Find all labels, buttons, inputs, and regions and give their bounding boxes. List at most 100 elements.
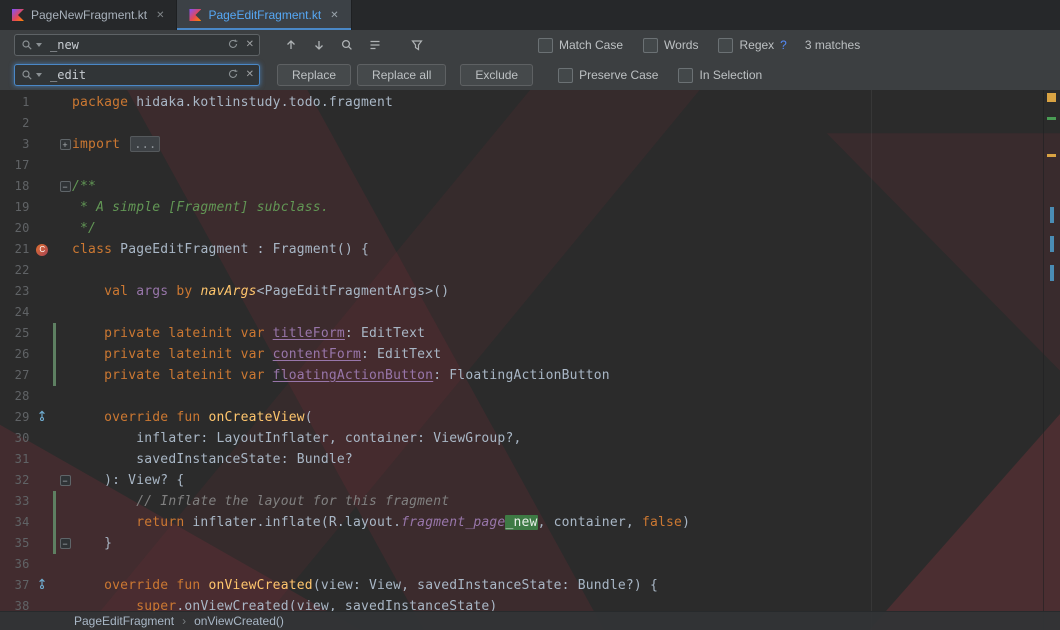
search-field[interactable]: _new ✕ — [14, 34, 260, 56]
breadcrumb-item[interactable]: PageEditFragment — [74, 614, 174, 628]
tab-pagenewfragment-kt[interactable]: PageNewFragment.kt ✕ — [0, 0, 178, 30]
previous-occurrence-button[interactable] — [282, 36, 300, 54]
replace-options: Preserve Case In Selection — [558, 67, 762, 83]
tab-label: PageNewFragment.kt — [31, 8, 148, 22]
code-line[interactable]: 31 savedInstanceState: Bundle? — [0, 449, 1044, 470]
search-input[interactable]: _new — [50, 38, 79, 52]
code-line[interactable]: 34 return inflater.inflate(R.layout.frag… — [0, 512, 1044, 533]
line-number: 26 — [14, 347, 30, 361]
code-line[interactable]: 3 + import ... — [0, 134, 1044, 155]
line-number: 35 — [14, 536, 30, 550]
gutter: 25 — [0, 323, 72, 344]
code-line[interactable]: 36 — [0, 554, 1044, 575]
filter-search-results-button[interactable] — [408, 36, 426, 54]
next-occurrence-button[interactable] — [310, 36, 328, 54]
green-stripe-mark[interactable] — [1047, 117, 1056, 120]
code-line[interactable]: 24 — [0, 302, 1044, 323]
scrollbar-error-stripe[interactable] — [1043, 90, 1060, 630]
code-line[interactable]: 20 */ — [0, 218, 1044, 239]
checkbox-label: Match Case — [559, 38, 624, 52]
orange-stripe-mark[interactable] — [1047, 154, 1056, 157]
code-line[interactable]: 21 Cclass PageEditFragment : Fragment() { — [0, 239, 1044, 260]
code-text: */ — [72, 221, 97, 236]
code-line[interactable]: 25 private lateinit var titleForm: EditT… — [0, 323, 1044, 344]
code-line[interactable]: 2 — [0, 113, 1044, 134]
code-line[interactable]: 1 package hidaka.kotlinstudy.todo.fragmen… — [0, 92, 1044, 113]
code-line[interactable]: 35 − } — [0, 533, 1044, 554]
replace-input[interactable]: _edit — [50, 68, 86, 82]
fold-collapse-icon[interactable]: − — [59, 181, 71, 192]
checkbox-match-case[interactable]: Match Case — [538, 37, 624, 53]
code-line[interactable]: 23 val args by navArgs<PageEditFragmentA… — [0, 281, 1044, 302]
vcs-change-marker — [53, 512, 56, 533]
code-text: package hidaka.kotlinstudy.todo.fragment — [72, 95, 394, 110]
regex-help-link[interactable]: ? — [780, 38, 787, 52]
checkbox-box — [678, 67, 694, 83]
replace-field[interactable]: _edit ✕ — [14, 64, 260, 86]
code-line[interactable]: 29 override fun onCreateView( — [0, 407, 1044, 428]
code-line[interactable]: 37 override fun onViewCreated(view: View… — [0, 575, 1044, 596]
search-refresh-icon[interactable] — [227, 38, 239, 53]
gutter: 27 — [0, 365, 72, 386]
gutter: 22 — [0, 260, 72, 281]
code-line[interactable]: 27 private lateinit var floatingActionBu… — [0, 365, 1044, 386]
code-text: } — [72, 536, 113, 551]
checkbox-words[interactable]: Words — [643, 37, 698, 53]
code-line[interactable]: 22 — [0, 260, 1044, 281]
replace-history-caret-icon[interactable] — [36, 73, 42, 77]
code-line[interactable]: 28 — [0, 386, 1044, 407]
blue-stripe-mark[interactable] — [1050, 236, 1054, 252]
clear-search-icon[interactable]: ✕ — [246, 40, 254, 50]
blue-stripe-mark[interactable] — [1050, 265, 1054, 281]
code-text: ): View? { — [72, 473, 185, 488]
breadcrumb-item[interactable]: onViewCreated() — [194, 614, 284, 628]
search-magnifier-icon[interactable] — [21, 39, 33, 51]
find-row: _new ✕ Match Case Words Regex ? 3 matches — [0, 30, 1060, 60]
code-line[interactable]: 30 inflater: LayoutInflater, container: … — [0, 428, 1044, 449]
close-tab-icon[interactable]: ✕ — [330, 10, 338, 21]
find-all-button[interactable] — [338, 36, 356, 54]
tab-pageeditfragment-kt[interactable]: PageEditFragment.kt ✕ — [177, 0, 352, 30]
clear-replace-icon[interactable]: ✕ — [246, 70, 254, 80]
fold-collapse-icon[interactable]: − — [59, 475, 71, 486]
code-lines[interactable]: 1 package hidaka.kotlinstudy.todo.fragmen… — [0, 92, 1044, 617]
line-number: 34 — [14, 515, 30, 529]
code-line[interactable]: 19 * A simple [Fragment] subclass. — [0, 197, 1044, 218]
override-method-icon[interactable] — [36, 407, 48, 428]
code-text: savedInstanceState: Bundle? — [72, 452, 353, 467]
code-line[interactable]: 17 — [0, 155, 1044, 176]
replace-magnifier-icon[interactable] — [21, 69, 33, 81]
checkbox-box — [643, 37, 659, 53]
line-number: 1 — [22, 95, 30, 109]
checkbox-preserve-case[interactable]: Preserve Case — [558, 67, 658, 83]
replace-all-button[interactable]: Replace all — [357, 64, 447, 86]
replace-refresh-icon[interactable] — [227, 68, 239, 83]
gutter: 32 − — [0, 470, 72, 491]
editor[interactable]: 1 package hidaka.kotlinstudy.todo.fragmen… — [0, 90, 1060, 630]
close-tab-icon[interactable]: ✕ — [156, 10, 164, 21]
class-icon[interactable]: C — [36, 243, 49, 256]
line-number: 22 — [14, 263, 30, 277]
fold-collapse-icon[interactable]: − — [59, 538, 71, 549]
line-number: 2 — [22, 116, 30, 130]
code-line[interactable]: 32 − ): View? { — [0, 470, 1044, 491]
fold-expand-icon[interactable]: + — [59, 139, 71, 150]
blue-stripe-mark[interactable] — [1050, 207, 1054, 223]
override-method-icon[interactable] — [36, 575, 48, 596]
inspections-indicator-icon[interactable] — [1047, 93, 1056, 102]
gutter: 18 − — [0, 176, 72, 197]
checkbox-regex[interactable]: Regex — [718, 37, 774, 53]
search-nav-icons — [282, 36, 426, 54]
checkbox-in-selection[interactable]: In Selection — [678, 67, 762, 83]
code-line[interactable]: 18 −/** — [0, 176, 1044, 197]
exclude-button[interactable]: Exclude — [460, 64, 534, 86]
code-text: // Inflate the layout for this fragment — [136, 494, 450, 509]
line-number: 18 — [14, 179, 30, 193]
select-all-occurrences-button[interactable] — [366, 36, 384, 54]
code-line[interactable]: 26 private lateinit var contentForm: Edi… — [0, 344, 1044, 365]
replace-button[interactable]: Replace — [277, 64, 352, 86]
match-count: 3 matches — [804, 38, 861, 52]
gutter: 20 — [0, 218, 72, 239]
search-history-caret-icon[interactable] — [36, 43, 42, 47]
code-line[interactable]: 33 // Inflate the layout for this fragme… — [0, 491, 1044, 512]
